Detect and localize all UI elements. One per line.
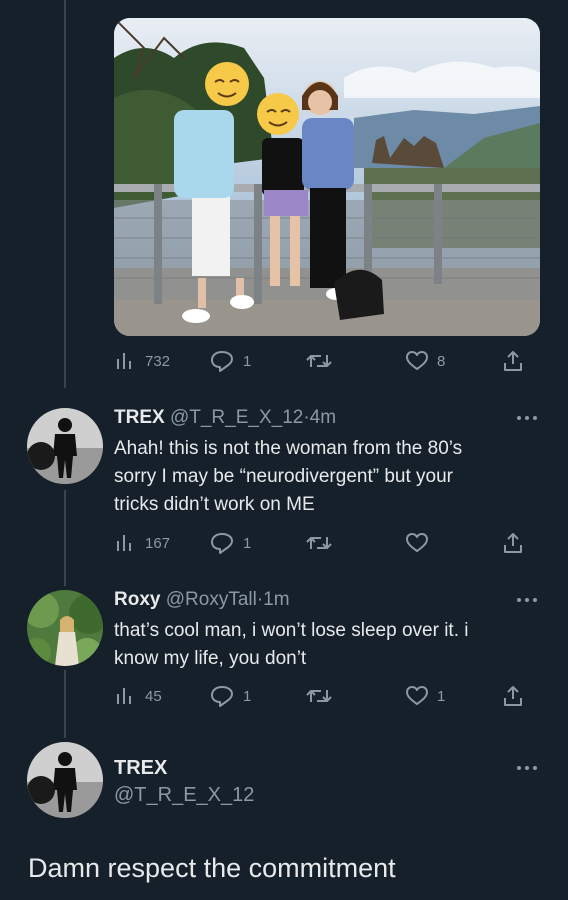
tweet-text: that’s cool man, i won’t lose sleep over… xyxy=(114,617,534,673)
like-count: 1 xyxy=(437,687,446,705)
heart-icon xyxy=(406,351,428,370)
share-button[interactable] xyxy=(502,684,524,708)
display-name[interactable]: Roxy xyxy=(114,589,160,610)
reply-icon xyxy=(211,351,233,372)
reply1-actions: 167 1 xyxy=(114,531,526,555)
display-name[interactable]: TREX xyxy=(114,757,167,779)
photo-post-actions: 732 1 8 xyxy=(114,349,526,373)
bar-chart-icon xyxy=(117,688,131,704)
retweet-icon xyxy=(306,690,332,702)
views-stat[interactable]: 45 xyxy=(114,684,162,708)
reply-button[interactable]: 1 xyxy=(210,531,251,555)
share-button[interactable] xyxy=(502,349,524,373)
tweet-header: TREX xyxy=(114,756,167,781)
avatar[interactable] xyxy=(27,408,103,484)
thread-line xyxy=(64,670,66,738)
post-photo[interactable] xyxy=(114,18,540,336)
share-icon xyxy=(504,686,522,706)
reply-button[interactable]: 1 xyxy=(210,349,251,373)
bar-chart-icon xyxy=(117,535,131,551)
more-options-icon[interactable] xyxy=(515,763,539,773)
views-stat[interactable]: 732 xyxy=(114,349,170,373)
views-count: 167 xyxy=(145,534,171,552)
reply2-actions: 45 1 1 xyxy=(114,684,526,708)
bar-chart-icon xyxy=(117,353,131,369)
more-options-icon[interactable] xyxy=(515,595,539,605)
retweet-button[interactable] xyxy=(306,349,341,373)
timestamp[interactable]: 4m xyxy=(310,407,336,428)
tweet-text-line: sorry I may be “neurodivergent” but your xyxy=(114,466,453,487)
tweet-text-line: know my life, you don’t xyxy=(114,648,307,669)
views-stat[interactable]: 167 xyxy=(114,531,170,555)
views-count: 732 xyxy=(145,352,171,370)
avatar[interactable] xyxy=(27,590,103,666)
focused-tweet-text: Damn respect the commitment xyxy=(28,853,396,883)
avatar-image xyxy=(27,590,103,666)
reply-icon xyxy=(211,686,233,707)
thread-line xyxy=(64,490,66,586)
thread-line xyxy=(64,0,66,388)
avatar-image xyxy=(27,408,103,484)
more-options-icon[interactable] xyxy=(515,413,539,423)
reply-icon xyxy=(211,533,233,554)
reply-count: 1 xyxy=(243,534,252,552)
reply-count: 1 xyxy=(243,687,252,705)
like-button[interactable] xyxy=(406,531,428,555)
heart-icon xyxy=(406,533,428,552)
tweet-text-line: Ahah! this is not the woman from the 80’… xyxy=(114,438,463,459)
heart-icon xyxy=(406,686,428,705)
share-button[interactable] xyxy=(502,531,524,555)
avatar-image xyxy=(27,742,103,818)
avatar[interactable] xyxy=(27,742,103,818)
like-button[interactable]: 8 xyxy=(406,349,445,373)
share-icon xyxy=(504,351,522,371)
tweet-text: Ahah! this is not the woman from the 80’… xyxy=(114,435,534,519)
like-button[interactable]: 1 xyxy=(406,684,445,708)
share-icon xyxy=(504,533,522,553)
handle[interactable]: @RoxyTall xyxy=(166,589,257,610)
display-name[interactable]: TREX xyxy=(114,407,165,428)
views-count: 45 xyxy=(145,687,162,705)
retweet-icon xyxy=(306,355,332,367)
reply-button[interactable]: 1 xyxy=(210,684,251,708)
like-count: 8 xyxy=(437,352,446,370)
tweet-header: TREX @T_R_E_X_12·4m xyxy=(114,406,336,430)
retweet-button[interactable] xyxy=(306,531,332,555)
reply-count: 1 xyxy=(243,352,252,370)
retweet-button[interactable] xyxy=(306,684,332,708)
handle[interactable]: @T_R_E_X_12 xyxy=(114,784,254,807)
handle[interactable]: @T_R_E_X_12 xyxy=(170,407,303,428)
timestamp[interactable]: 1m xyxy=(263,589,289,610)
retweet-icon xyxy=(306,537,332,549)
tweet-text-line: that’s cool man, i won’t lose sleep over… xyxy=(114,620,469,641)
tweet-text-line: tricks didn’t work on ME xyxy=(114,494,315,515)
tweet-header: Roxy @RoxyTall·1m xyxy=(114,588,290,612)
photo-illustration xyxy=(114,18,540,336)
